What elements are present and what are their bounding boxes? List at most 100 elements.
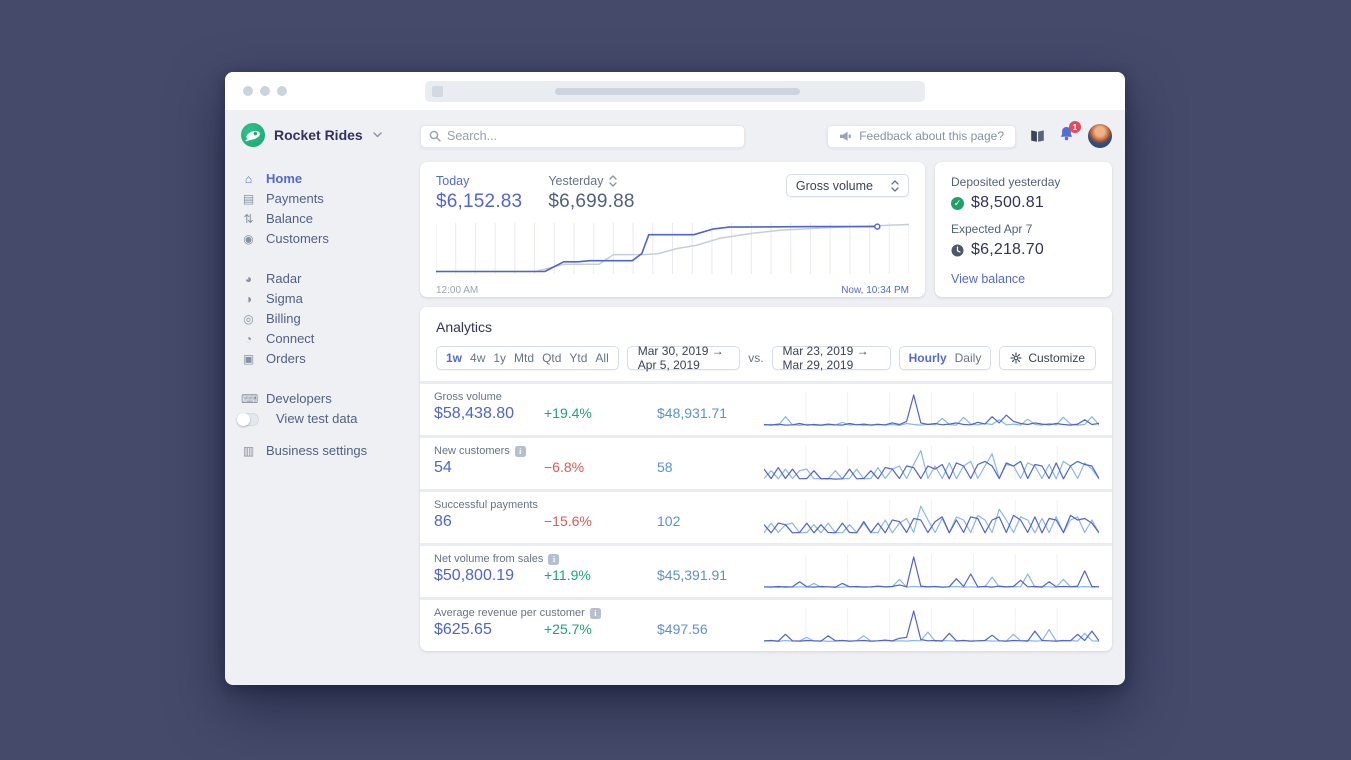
metric-row-gross-volume[interactable]: Gross volume $58,438.80 +19.4% $48,931.7… [420,384,1112,435]
megaphone-icon [840,131,852,141]
sidebar-item-billing[interactable]: ◎ Billing [241,309,420,329]
sidebar-item-payments[interactable]: ▤ Payments [241,189,420,209]
docs-book-icon[interactable] [1030,129,1045,143]
feedback-button[interactable]: Feedback about this page? [827,124,1016,148]
period-filter-group: 1w 4w 1y Mtd Qtd Ytd All [436,346,619,370]
select-chevrons-icon [891,179,899,192]
period-qtd[interactable]: Qtd [542,351,561,365]
account-name: Rocket Rides [274,127,363,143]
metric-select[interactable]: Gross volume [785,174,909,197]
metric-previous-value: 58 [657,459,673,475]
test-data-toggle[interactable] [237,412,259,426]
expected-label: Expected Apr 7 [951,222,1033,236]
info-icon[interactable]: i [514,445,526,457]
metric-delta: +25.7% [544,621,592,637]
yesterday-label: Yesterday [548,174,604,188]
favicon [432,86,443,97]
notifications-button[interactable]: 1 [1059,121,1081,146]
orders-icon: ▣ [242,352,255,366]
granularity-daily[interactable]: Daily [955,351,982,365]
deposited-value: $8,500.81 [971,194,1044,211]
url-text-placeholder [555,88,800,95]
yesterday-metric[interactable]: Yesterday $6,699.88 [548,174,634,213]
browser-chrome [225,72,1125,110]
customers-icon: ◉ [243,232,254,246]
metric-previous-value: 102 [657,513,681,529]
yesterday-value: $6,699.88 [548,191,635,212]
sidebar-item-home[interactable]: ⌂ Home [241,169,420,189]
address-bar[interactable] [425,81,925,102]
metric-current-value: 86 [434,513,452,530]
minimize-window-button[interactable] [260,86,270,96]
metric-row-successful-payments[interactable]: Successful payments 86 −15.6% 102 [420,492,1112,543]
zoom-window-button[interactable] [277,86,287,96]
volume-overview-card: Today $6,152.83 Yesterday $6,699.88 Gros… [420,162,925,297]
main-content: Feedback about this page? 1 Today [420,110,1112,651]
dashboard-app: Rocket Rides ⌂ Home ▤ Payments ⇅ Balance… [225,110,1125,685]
metric-current-value: $625.65 [434,621,492,638]
search-input[interactable] [447,129,736,143]
window-controls [243,86,287,96]
notification-badge: 1 [1069,121,1081,133]
user-avatar[interactable] [1088,124,1112,148]
gear-icon [1010,352,1022,364]
period-4w[interactable]: 4w [470,351,485,365]
info-icon[interactable]: i [589,607,601,619]
today-label: Today [436,174,470,188]
period-1w[interactable]: 1w [446,351,462,365]
metric-current-value: 54 [434,459,452,476]
customize-button[interactable]: Customize [999,346,1096,370]
rocket-rides-logo-icon [241,123,265,147]
payments-icon: ▤ [242,192,255,206]
metric-previous-value: $48,931.71 [657,405,728,421]
metric-row-new-customers[interactable]: New customers i 54 −6.8% 58 [420,438,1112,489]
sidebar-item-radar[interactable]: ◕ Radar [241,269,420,289]
sidebar-item-developers[interactable]: ⌨ Developers [241,389,420,409]
view-balance-link[interactable]: View balance [951,272,1025,286]
metric-row-average-revenue[interactable]: Average revenue per customer i $625.65 +2… [420,600,1112,651]
sidebar-item-orders[interactable]: ▣ Orders [241,349,420,369]
balance-icon: ⇅ [243,212,254,226]
period-all[interactable]: All [595,351,608,365]
sparkline-chart [764,392,1099,427]
previous-range-button[interactable]: Mar 23, 2019 → Mar 29, 2019 [771,344,891,372]
granularity-group: Hourly Daily [898,346,992,370]
analytics-filters: 1w 4w 1y Mtd Qtd Ytd All Mar 30, 2019 → … [436,344,1096,372]
today-metric[interactable]: Today $6,152.83 [436,174,522,213]
sparkline-chart [764,608,1099,643]
feedback-label: Feedback about this page? [859,129,1004,143]
sidebar-item-sigma[interactable]: ◑ Sigma [241,289,420,309]
account-switcher[interactable]: Rocket Rides [241,123,420,147]
period-mtd[interactable]: Mtd [514,351,534,365]
search-bar[interactable] [420,124,745,148]
expected-value: $6,218.70 [971,241,1044,258]
connect-icon: ◔ [244,332,253,346]
today-value: $6,152.83 [436,191,523,212]
sidebar-item-customers[interactable]: ◉ Customers [241,229,420,249]
metric-delta: −15.6% [544,513,592,529]
sidebar-item-balance[interactable]: ⇅ Balance [241,209,420,229]
current-range-button[interactable]: Mar 30, 2019 → Apr 5, 2019 [626,344,741,372]
granularity-hourly[interactable]: Hourly [909,351,947,365]
topbar-right: Feedback about this page? 1 [827,121,1112,148]
sidebar-item-business-settings[interactable]: ▥ Business settings [241,441,420,461]
billing-icon: ◎ [243,312,254,326]
metric-delta: −6.8% [544,459,585,475]
metric-row-net-volume[interactable]: Net volume from sales i $50,800.19 +11.9%… [420,546,1112,597]
sidebar-nav: ⌂ Home ▤ Payments ⇅ Balance ◉ Customers [237,169,420,461]
deposits-card: Deposited yesterday ✓ $8,500.81 Expected… [935,162,1112,297]
test-data-toggle-row[interactable]: View test data [237,409,420,429]
period-ytd[interactable]: Ytd [569,351,587,365]
sidebar: Rocket Rides ⌂ Home ▤ Payments ⇅ Balance… [225,110,420,461]
business-settings-icon: ▥ [242,444,255,458]
info-icon[interactable]: i [548,553,560,565]
chart-now-time: Now, 10:34 PM [841,285,909,296]
sidebar-item-connect[interactable]: ◔ Connect [241,329,420,349]
sparkline-chart [764,554,1099,589]
chevron-down-icon [373,132,382,138]
topbar: Feedback about this page? 1 [420,121,1112,148]
sort-updown-icon[interactable] [609,175,618,187]
period-1y[interactable]: 1y [493,351,506,365]
close-window-button[interactable] [243,86,253,96]
metric-current-value: $58,438.80 [434,405,515,422]
